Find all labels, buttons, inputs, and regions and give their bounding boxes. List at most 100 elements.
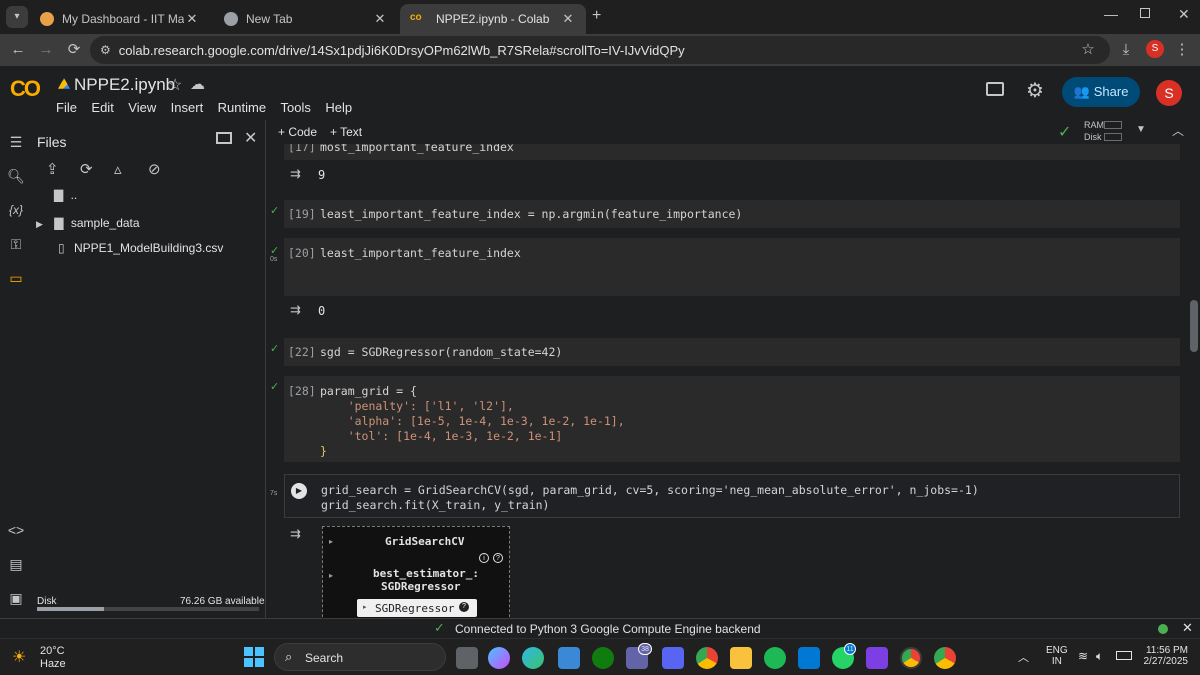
- task-view-icon[interactable]: [456, 647, 478, 669]
- toc-icon[interactable]: ☰: [6, 132, 26, 152]
- wifi-icon[interactable]: ≋: [1078, 649, 1088, 663]
- chrome-menu-icon[interactable]: ⋮: [1172, 40, 1192, 60]
- app-icon[interactable]: [866, 647, 888, 669]
- output-toggle-icon[interactable]: ⇉: [290, 526, 301, 542]
- add-code-button[interactable]: + Code: [278, 125, 317, 139]
- menu-runtime[interactable]: Runtime: [218, 100, 266, 115]
- code-cell[interactable]: [20] least_important_feature_index: [284, 238, 1180, 296]
- code-cell-active[interactable]: ▶ grid_search = GridSearchCV(sgd, param_…: [284, 474, 1180, 518]
- expand-chevron-icon[interactable]: ▶: [36, 219, 43, 229]
- close-status-icon[interactable]: ✕: [1182, 620, 1193, 636]
- show-hidden-icons[interactable]: ︿: [1018, 649, 1029, 665]
- code-cell[interactable]: [22] sgd = SGDRegressor(random_state=42): [284, 338, 1180, 366]
- terminal-icon[interactable]: ▣: [6, 588, 26, 608]
- xbox-icon[interactable]: [592, 647, 614, 669]
- site-info-icon[interactable]: ⚙: [100, 43, 111, 57]
- widget-title[interactable]: GridSearchCV: [385, 535, 464, 548]
- info-icon[interactable]: i: [479, 553, 489, 563]
- back-icon[interactable]: ←: [8, 40, 28, 60]
- find-icon[interactable]: 🔍︎: [6, 166, 26, 186]
- collapse-header-icon[interactable]: ︿: [1172, 122, 1184, 139]
- file-explorer-icon[interactable]: [730, 647, 752, 669]
- file-tree-item[interactable]: ▯ NPPE1_ModelBuilding3.csv: [58, 241, 223, 255]
- notebook-scrollbar[interactable]: [1190, 300, 1198, 352]
- close-tab-icon[interactable]: ✕: [184, 11, 200, 27]
- download-icon[interactable]: ⤓: [1116, 40, 1136, 60]
- colab-logo[interactable]: CO: [10, 76, 41, 102]
- browser-tab-dashboard[interactable]: My Dashboard - IIT Madras Onl ✕: [30, 4, 210, 34]
- clock[interactable]: 11:56 PM 2/27/2025: [1140, 645, 1189, 667]
- connected-check-icon: ✓: [1058, 124, 1072, 141]
- refresh-icon[interactable]: ⟳: [80, 160, 93, 178]
- resources-dropdown-icon[interactable]: ▼: [1136, 124, 1146, 135]
- add-text-button[interactable]: + Text: [330, 125, 362, 139]
- chrome-profile-icon[interactable]: [900, 647, 922, 669]
- menu-tools[interactable]: Tools: [281, 100, 311, 115]
- restore-button[interactable]: [1140, 8, 1150, 18]
- taskbar-search[interactable]: ⌕ Search: [274, 643, 446, 671]
- battery-icon[interactable]: [1116, 651, 1132, 660]
- comments-icon[interactable]: [986, 82, 1004, 96]
- open-in-tab-icon[interactable]: [216, 132, 232, 144]
- notebook-title[interactable]: NPPE2.ipynb: [74, 75, 175, 95]
- bookmark-star-icon[interactable]: ☆: [1078, 40, 1098, 60]
- profile-avatar[interactable]: S: [1146, 40, 1164, 58]
- language-indicator[interactable]: ENG IN: [1046, 645, 1068, 667]
- browser-tab-colab[interactable]: co NPPE2.ipynb - Colab ✕: [400, 4, 586, 34]
- command-palette-icon[interactable]: ▤: [6, 554, 26, 574]
- weather-widget[interactable]: ☀ 20°C Haze: [12, 643, 92, 673]
- parent-folder-row[interactable]: ▇ ..: [54, 188, 77, 202]
- code-cell[interactable]: [19] least_important_feature_index = np.…: [284, 200, 1180, 228]
- mount-drive-icon[interactable]: ▵: [114, 160, 122, 178]
- files-folder-icon[interactable]: ▭: [6, 268, 26, 288]
- file-tree-item[interactable]: ▶ ▇ sample_data: [36, 216, 140, 230]
- hide-files-icon[interactable]: ⊘: [148, 160, 161, 178]
- minimize-button[interactable]: —: [1104, 6, 1118, 22]
- code-cell[interactable]: [28] param_grid = { 'penalty': ['l1', 'l…: [284, 376, 1180, 462]
- close-panel-icon[interactable]: ✕: [244, 128, 257, 148]
- address-bar[interactable]: ⚙ colab.research.google.com/drive/14Sx1p…: [90, 36, 1110, 64]
- tab-list-button[interactable]: ▾: [6, 6, 28, 28]
- spotify-icon[interactable]: [764, 647, 786, 669]
- vscode-icon[interactable]: [798, 647, 820, 669]
- menu-view[interactable]: View: [128, 100, 156, 115]
- chrome-icon[interactable]: [696, 647, 718, 669]
- upload-icon[interactable]: ⇪: [46, 160, 59, 178]
- variables-icon[interactable]: {x}: [6, 200, 26, 220]
- volume-icon[interactable]: 🔈︎: [1096, 649, 1103, 664]
- account-avatar[interactable]: S: [1156, 80, 1182, 106]
- star-icon[interactable]: ☆: [168, 75, 182, 95]
- run-cell-button[interactable]: ▶: [291, 483, 307, 499]
- help-icon[interactable]: ?: [459, 602, 469, 612]
- forward-icon[interactable]: →: [36, 40, 56, 60]
- code-cell[interactable]: [17] most_important_feature_index: [284, 144, 1180, 160]
- secrets-key-icon[interactable]: ⚿: [6, 234, 26, 254]
- menu-file[interactable]: File: [56, 100, 77, 115]
- output-toggle-icon[interactable]: ⇉: [290, 166, 301, 182]
- code-snippets-icon[interactable]: <>: [6, 520, 26, 540]
- widget-leaf[interactable]: ▸ SGDRegressor ?: [357, 599, 477, 617]
- share-button[interactable]: 👥 Share: [1062, 77, 1140, 107]
- chrome-profile-icon[interactable]: [934, 647, 956, 669]
- edge-icon[interactable]: [522, 647, 544, 669]
- expand-arrow-icon[interactable]: ▸: [329, 537, 333, 546]
- reload-icon[interactable]: ⟳: [64, 40, 84, 60]
- store-icon[interactable]: [558, 647, 580, 669]
- discord-icon[interactable]: [662, 647, 684, 669]
- browser-tab-newtab[interactable]: New Tab ✕: [214, 4, 398, 34]
- copilot-icon[interactable]: [488, 647, 510, 669]
- close-window-button[interactable]: ✕: [1178, 6, 1190, 23]
- ram-meter[interactable]: [1104, 121, 1122, 129]
- expand-arrow-icon[interactable]: ▸: [329, 571, 333, 580]
- menu-edit[interactable]: Edit: [91, 100, 113, 115]
- menu-help[interactable]: Help: [325, 100, 352, 115]
- output-toggle-icon[interactable]: ⇉: [290, 302, 301, 318]
- start-button[interactable]: [244, 647, 264, 667]
- close-tab-icon[interactable]: ✕: [560, 11, 576, 27]
- menu-insert[interactable]: Insert: [171, 100, 204, 115]
- disk-meter[interactable]: [1104, 133, 1122, 141]
- new-tab-button[interactable]: +: [592, 7, 601, 25]
- help-icon[interactable]: ?: [493, 553, 503, 563]
- close-tab-icon[interactable]: ✕: [372, 11, 388, 27]
- settings-gear-icon[interactable]: ⚙: [1026, 78, 1044, 103]
